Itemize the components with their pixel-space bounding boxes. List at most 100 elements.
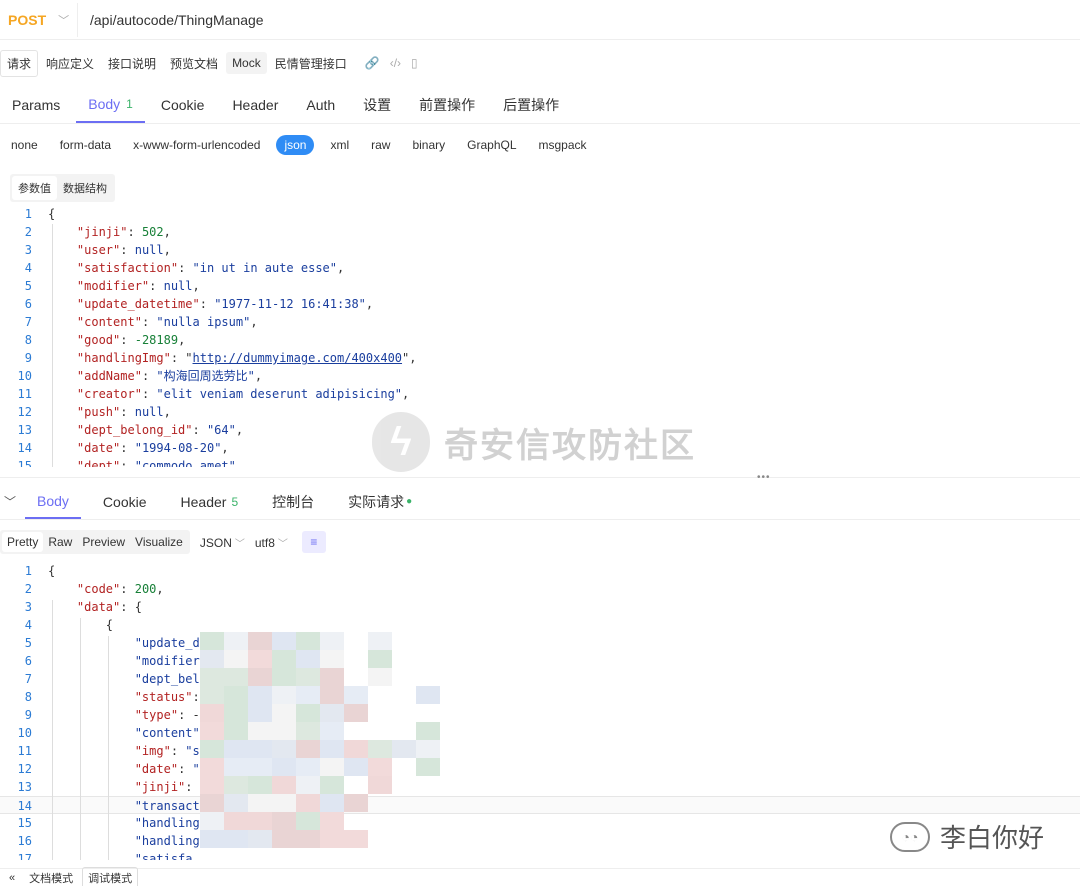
doc-tab-request[interactable]: 请求: [0, 49, 39, 77]
line-number: 8: [24, 690, 32, 704]
line-number: 13: [17, 780, 32, 794]
body-type-form-data[interactable]: form-data: [54, 135, 117, 155]
body-type-urlencoded[interactable]: x-www-form-urlencoded: [127, 135, 266, 155]
code-text: "satisfa: [134, 852, 193, 860]
redaction-block: [416, 740, 440, 758]
redaction-block: [296, 650, 320, 668]
code-line: 6 "modifier: [0, 652, 1080, 670]
line-number: 6: [24, 297, 32, 311]
tab-params[interactable]: Params: [0, 86, 72, 123]
tab-auth[interactable]: Auth: [294, 86, 347, 123]
tab-body[interactable]: Body 1: [76, 86, 145, 123]
watermark: ϟ 奇安信攻防社区: [372, 412, 696, 472]
author-watermark: ◔◔ 李白你好: [890, 818, 1044, 855]
code-line: 12 "date": ": [0, 760, 1080, 778]
doc-tab-mock[interactable]: Mock: [226, 52, 267, 74]
redaction-block: [320, 758, 344, 776]
response-body-editor[interactable]: 1{2 "code": 200, 3 "data": {4 {5 "update_…: [0, 562, 1080, 860]
doc-tab-preview[interactable]: 预览文档: [164, 51, 224, 76]
doc-tab-response-def[interactable]: 响应定义: [40, 51, 100, 76]
redaction-block: [200, 812, 224, 830]
redaction-block: [200, 758, 224, 776]
drag-handle-icon[interactable]: •••: [757, 472, 771, 483]
link-icon[interactable]: 🔗: [365, 56, 380, 70]
line-number: 11: [17, 744, 32, 758]
redaction-block: [224, 632, 248, 650]
line-number: 13: [17, 423, 32, 437]
view-pretty[interactable]: Pretty: [2, 532, 44, 552]
data-structure-tab[interactable]: 数据结构: [57, 176, 113, 200]
redaction-block: [320, 722, 344, 740]
body-type-binary[interactable]: binary: [406, 135, 451, 155]
redaction-block: [320, 794, 344, 812]
code-text: "code": 200,: [76, 582, 164, 596]
redaction-block: [248, 650, 272, 668]
status-dot-icon: ●: [406, 496, 413, 507]
view-preview[interactable]: Preview: [77, 532, 130, 552]
encoding-select[interactable]: utf8 ﹀: [255, 535, 288, 550]
code-text: "transact: [134, 799, 200, 813]
sidebar-toggle-icon[interactable]: «: [4, 870, 20, 886]
body-type-graphql[interactable]: GraphQL: [461, 135, 522, 155]
redaction-block: [224, 704, 248, 722]
redaction-block: [416, 722, 440, 740]
line-number: 15: [17, 459, 32, 467]
body-type-msgpack[interactable]: msgpack: [533, 135, 593, 155]
tab-header[interactable]: Header: [220, 86, 290, 123]
line-number: 4: [24, 618, 32, 632]
line-number: 7: [24, 672, 32, 686]
resp-tab-cookie[interactable]: Cookie: [91, 484, 159, 519]
lightning-logo-icon: ϟ: [372, 412, 430, 472]
collapse-chevron-icon[interactable]: ﹀: [0, 484, 20, 519]
redaction-block: [344, 740, 368, 758]
redaction-block: [296, 632, 320, 650]
url-input[interactable]: /api/autocode/ThingManage: [78, 12, 264, 28]
body-type-xml[interactable]: xml: [324, 135, 355, 155]
response-tabs: ﹀ Body Cookie Header 5 控制台 实际请求 ●: [0, 484, 1080, 520]
doc-mode-tab[interactable]: 文档模式: [24, 868, 78, 886]
doc-tab-api-desc[interactable]: 接口说明: [102, 51, 162, 76]
redaction-block: [224, 812, 248, 830]
redaction-block: [320, 704, 344, 722]
redaction-block: [344, 758, 368, 776]
resp-tab-body[interactable]: Body: [25, 484, 81, 519]
redaction-block: [200, 704, 224, 722]
line-number: 2: [24, 582, 32, 596]
param-values-tab[interactable]: 参数值: [12, 176, 57, 200]
format-value: JSON: [199, 535, 232, 550]
panel-icon[interactable]: ▯: [411, 56, 418, 70]
method-select[interactable]: POST ﹀: [0, 2, 78, 37]
code-line: 2 "jinji": 502,: [0, 223, 1080, 241]
body-type-raw[interactable]: raw: [365, 135, 396, 155]
encoding-value: utf8: [254, 535, 275, 550]
code-line: 1{: [0, 562, 1080, 580]
format-select[interactable]: JSON ﹀: [200, 535, 245, 550]
code-text: "date": "1994-08-20",: [76, 441, 229, 455]
pane-divider[interactable]: •••: [0, 472, 1080, 483]
redaction-block: [200, 722, 224, 740]
line-number: 4: [24, 261, 32, 275]
tab-cookie[interactable]: Cookie: [149, 86, 217, 123]
redaction-block: [320, 830, 344, 848]
view-raw[interactable]: Raw: [43, 532, 77, 552]
author-name: 李白你好: [940, 824, 1045, 854]
chevron-down-icon: ﹀: [234, 538, 245, 550]
line-number: 14: [17, 799, 32, 813]
tab-pre-actions[interactable]: 前置操作: [407, 86, 487, 123]
view-visualize[interactable]: Visualize: [130, 532, 188, 552]
body-type-none[interactable]: none: [5, 135, 44, 155]
tab-post-actions[interactable]: 后置操作: [491, 86, 571, 123]
tab-label: 实际请求: [348, 493, 405, 510]
wechat-icon: ◔◔: [890, 821, 930, 852]
resp-tab-header[interactable]: Header 5: [169, 484, 251, 519]
wrap-lines-icon[interactable]: ≡: [301, 531, 326, 553]
code-text: "update_datetime": "1977-11-12 16:41:38"…: [76, 297, 374, 311]
body-type-json[interactable]: json: [276, 135, 315, 155]
resp-tab-console[interactable]: 控制台: [260, 484, 326, 519]
code-icon[interactable]: ‹/›: [390, 56, 401, 70]
resp-tab-actual-request[interactable]: 实际请求 ●: [336, 484, 424, 519]
debug-mode-tab[interactable]: 调试模式: [82, 866, 139, 886]
line-number: 15: [17, 816, 32, 830]
tab-settings[interactable]: 设置: [351, 86, 403, 123]
code-text: {: [48, 564, 56, 578]
